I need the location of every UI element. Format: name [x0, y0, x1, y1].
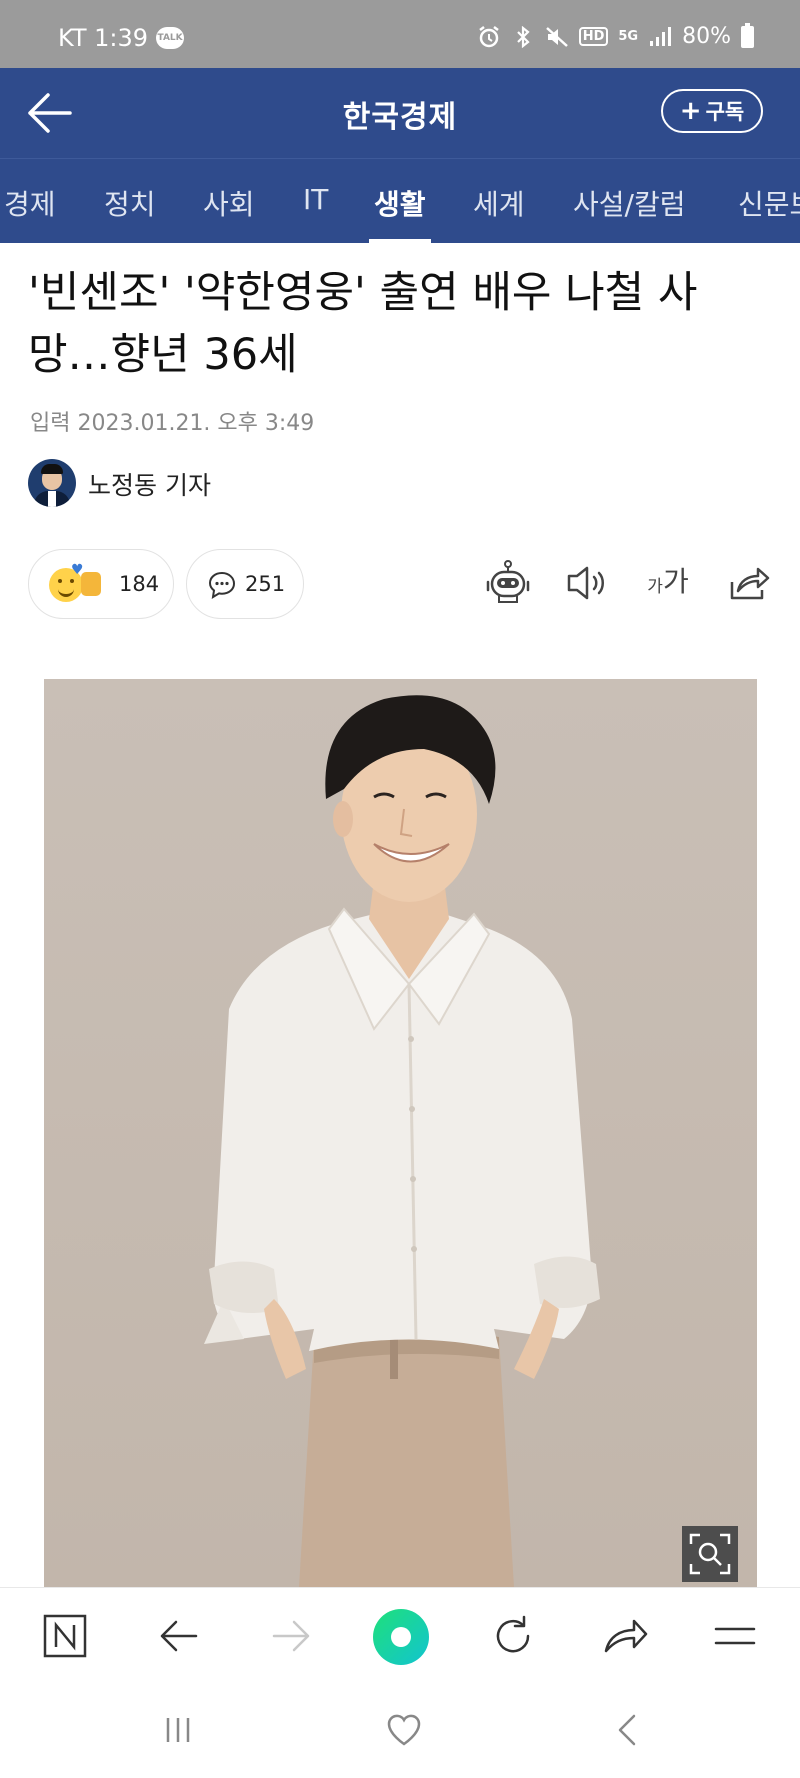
photo-zoom-icon[interactable]	[682, 1526, 738, 1582]
system-nav-bar	[0, 1684, 800, 1778]
carrier-time: KT 1:39	[58, 24, 149, 52]
alarm-icon	[478, 25, 499, 47]
speaker-icon[interactable]	[563, 558, 613, 608]
reaction-count: 184	[119, 572, 160, 596]
tab-world[interactable]: 세계	[473, 183, 525, 223]
talk-notification-icon: TALK	[156, 27, 185, 49]
avatar-shirt	[48, 491, 56, 507]
hd-badge: HD	[578, 27, 609, 46]
author-name[interactable]: 노정동 기자	[88, 466, 211, 502]
category-tabs: 경제 정치 사회 IT 생활 세계 사설/칼럼 신문보	[0, 158, 800, 243]
thumbs-up-icon	[81, 572, 101, 596]
home-heart-icon[interactable]	[384, 1710, 424, 1750]
subscribe-button[interactable]: + 구독	[661, 89, 763, 133]
signal-icon	[650, 26, 672, 46]
author-avatar[interactable]	[28, 459, 76, 507]
robot-icon[interactable]	[483, 558, 533, 608]
tab-politics[interactable]: 정치	[104, 183, 156, 223]
status-right: HD 5G 80%	[477, 22, 754, 49]
battery-icon	[741, 22, 754, 48]
avatar-hair	[41, 464, 63, 474]
bluetooth-icon	[516, 25, 530, 48]
recent-apps-icon[interactable]	[158, 1710, 198, 1750]
tab-society[interactable]: 사회	[203, 183, 255, 223]
font-size-large-label: 가	[662, 565, 689, 598]
app-header: 한국경제 + 구독	[0, 68, 800, 158]
network-badge: 5G	[618, 29, 639, 44]
status-left: KT 1:39 TALK	[58, 24, 185, 52]
portrait-illustration	[44, 679, 757, 1587]
tab-it[interactable]: IT	[303, 183, 328, 216]
tab-economy[interactable]: 경제	[4, 183, 56, 223]
status-bar: KT 1:39 TALK HD 5G 80%	[0, 0, 800, 68]
active-tab-indicator	[369, 239, 431, 243]
comment-button[interactable]: 251	[186, 549, 304, 619]
reaction-button[interactable]: ♥ 184	[28, 549, 174, 619]
refresh-icon[interactable]	[488, 1611, 538, 1661]
browser-back-icon[interactable]	[154, 1611, 204, 1661]
article-photo[interactable]	[44, 679, 757, 1587]
tab-life[interactable]: 생활	[374, 183, 426, 223]
battery-percent: 80%	[682, 24, 731, 49]
comment-bubble-icon	[208, 571, 236, 599]
share-icon[interactable]	[723, 558, 773, 608]
tab-newspaper[interactable]: 신문보	[738, 183, 800, 223]
mute-icon	[545, 26, 568, 47]
tab-editorial[interactable]: 사설/칼럼	[573, 183, 685, 223]
browser-toolbar	[0, 1587, 800, 1684]
font-size-small-label: 가	[647, 577, 663, 597]
menu-icon[interactable]	[710, 1611, 760, 1661]
green-dot-icon[interactable]	[372, 1608, 430, 1666]
browser-share-icon[interactable]	[600, 1611, 650, 1661]
plus-icon: +	[679, 96, 702, 126]
system-back-icon[interactable]	[608, 1710, 648, 1750]
naver-home-icon[interactable]	[40, 1611, 90, 1661]
comment-count: 251	[245, 572, 286, 596]
subscribe-label: 구독	[705, 100, 745, 124]
article-date: 입력 2023.01.21. 오후 3:49	[30, 411, 315, 436]
article-headline: '빈센조' '약한영웅' 출연 배우 나철 사망…향년 36세	[28, 268, 698, 380]
font-size-icon[interactable]: 가 가	[643, 558, 693, 608]
browser-forward-icon[interactable]	[266, 1611, 316, 1661]
